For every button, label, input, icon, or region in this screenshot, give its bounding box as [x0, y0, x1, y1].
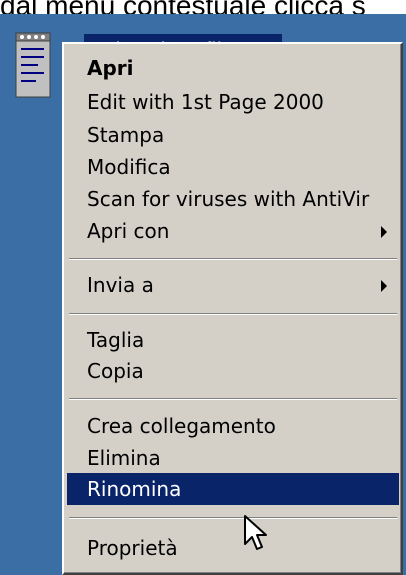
menu-item-scan-for-viruses[interactable]: Scan for viruses with AntiVir — [67, 183, 399, 215]
context-menu: Apri Edit with 1st Page 2000 Stampa Modi… — [62, 42, 403, 575]
menu-item-invia-a[interactable]: Invia a — [67, 269, 399, 301]
menu-item-crea-collegamento[interactable]: Crea collegamento — [67, 410, 399, 442]
menu-separator — [69, 258, 397, 260]
menu-item-copia[interactable]: Copia — [67, 355, 399, 387]
notepad-text-file-icon[interactable] — [14, 31, 54, 101]
menu-separator — [69, 313, 397, 315]
menu-separator — [69, 398, 397, 400]
menu-item-label: Invia a — [87, 273, 154, 297]
menu-item-rinomina[interactable]: Rinomina — [67, 473, 399, 505]
menu-separator — [69, 517, 397, 519]
arrow-pointer-icon — [243, 514, 269, 552]
menu-item-stampa[interactable]: Stampa — [67, 119, 399, 151]
menu-item-label: Apri con — [87, 219, 170, 243]
menu-item-proprieta[interactable]: Proprietà — [67, 532, 399, 564]
menu-item-apri-con[interactable]: Apri con — [67, 215, 399, 247]
menu-item-modifica[interactable]: Modifica — [67, 151, 399, 183]
menu-item-apri[interactable]: Apri — [67, 52, 399, 84]
menu-item-elimina[interactable]: Elimina — [67, 442, 399, 474]
submenu-arrow-icon — [381, 226, 387, 238]
submenu-arrow-icon — [381, 280, 387, 292]
menu-item-edit-with-1st-page[interactable]: Edit with 1st Page 2000 — [67, 86, 399, 118]
menu-item-taglia[interactable]: Taglia — [67, 324, 399, 356]
